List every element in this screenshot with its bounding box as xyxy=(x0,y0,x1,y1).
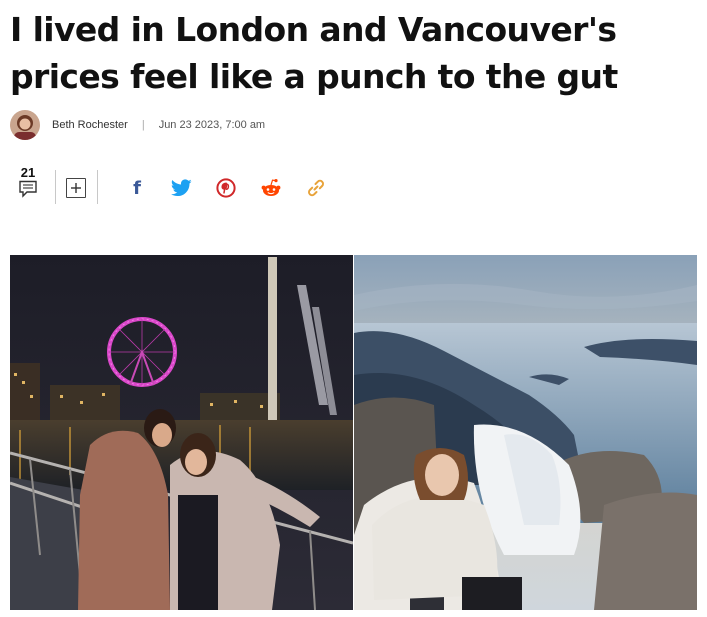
byline: Beth Rochester | Jun 23 2023, 7:00 am xyxy=(10,108,265,142)
pinterest-share-button[interactable] xyxy=(215,177,237,199)
twitter-share-button[interactable] xyxy=(170,177,192,199)
article-photos xyxy=(10,255,697,610)
reddit-share-button[interactable] xyxy=(260,177,282,199)
article-headline: I lived in London and Vancouver's prices… xyxy=(10,10,618,96)
copy-link-button[interactable] xyxy=(305,177,327,199)
vancouver-mountain-photo xyxy=(354,255,697,610)
link-icon xyxy=(308,179,324,197)
pinterest-icon xyxy=(216,178,236,198)
comments-button[interactable]: 21 xyxy=(16,166,40,204)
byline-separator: | xyxy=(141,119,145,131)
comment-count: 21 xyxy=(20,165,36,180)
add-icon xyxy=(71,183,81,193)
add-button[interactable] xyxy=(66,178,86,198)
author-name[interactable]: Beth Rochester xyxy=(52,119,128,131)
facebook-icon: f xyxy=(133,177,141,199)
share-divider xyxy=(55,170,56,204)
london-night-photo xyxy=(10,255,353,610)
share-divider xyxy=(97,170,98,204)
reddit-icon xyxy=(261,179,281,196)
facebook-share-button[interactable]: f xyxy=(126,177,148,199)
twitter-icon xyxy=(170,179,192,197)
publish-date: Jun 23 2023, 7:00 am xyxy=(158,119,266,131)
author-avatar[interactable] xyxy=(10,110,40,140)
comment-icon xyxy=(19,180,37,198)
